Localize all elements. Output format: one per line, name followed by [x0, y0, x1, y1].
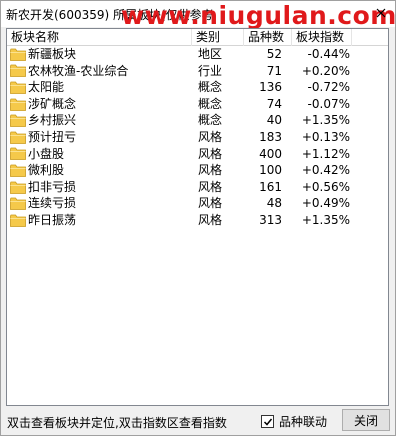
- row-type: 概念: [198, 80, 223, 95]
- table-row[interactable]: 连续亏损 风格 48 +0.49%: [7, 195, 388, 212]
- column-header-index[interactable]: 板块指数: [292, 29, 352, 46]
- row-count: 71: [266, 63, 282, 78]
- row-count: 400: [259, 146, 282, 161]
- table-row[interactable]: 昨日振荡 风格 313 +1.35%: [7, 212, 388, 229]
- linkage-checkbox[interactable]: 品种联动: [261, 413, 327, 430]
- checkbox-box[interactable]: [261, 415, 274, 428]
- table-row[interactable]: 乡村振兴 概念 40 +1.35%: [7, 112, 388, 129]
- row-index[interactable]: +0.20%: [292, 63, 352, 80]
- row-type: 风格: [198, 179, 223, 194]
- column-header-count[interactable]: 品种数: [244, 29, 292, 46]
- row-type: 地区: [198, 47, 223, 61]
- row-name: 昨日振荡: [28, 212, 77, 227]
- row-type: 风格: [198, 146, 223, 161]
- row-type: 风格: [198, 163, 223, 178]
- table-row[interactable]: 预计扭亏 风格 183 +0.13%: [7, 129, 388, 146]
- status-bar: 双击查看板块并定位,双击指数区查看指数 品种联动 关闭: [1, 409, 395, 435]
- table-row[interactable]: 小盘股 风格 400 +1.12%: [7, 146, 388, 163]
- row-count: 313: [259, 212, 282, 227]
- close-icon: [376, 8, 386, 18]
- row-index[interactable]: +0.13%: [292, 129, 352, 146]
- folder-icon: [10, 131, 26, 144]
- row-name: 农林牧渔-农业综合: [28, 63, 129, 78]
- row-name-cell: 连续亏损: [7, 195, 192, 212]
- row-name-cell: 微利股: [7, 162, 192, 179]
- folder-icon: [10, 164, 26, 177]
- window-close-button[interactable]: [371, 3, 391, 23]
- row-count: 48: [266, 196, 282, 211]
- table-row[interactable]: 农林牧渔-农业综合 行业 71 +0.20%: [7, 63, 388, 80]
- list-rows: 新疆板块 地区 52 -0.44% 农林牧渔-农业综合 行业 71 +0.20% 太阳能 概念 13…: [7, 46, 388, 229]
- row-count: 136: [259, 80, 282, 95]
- row-index[interactable]: -0.44%: [292, 46, 352, 63]
- sector-dialog-window: 新农开发(600359) 所属板块(仅供参考 www.niugulan.com …: [0, 0, 396, 436]
- list-header: 板块名称 类别 品种数 板块指数: [7, 29, 388, 46]
- row-index[interactable]: +1.12%: [292, 146, 352, 163]
- row-type: 风格: [198, 129, 223, 144]
- checkmark-icon: [263, 418, 272, 426]
- row-name: 新疆板块: [28, 47, 77, 61]
- row-type: 风格: [198, 212, 223, 227]
- row-type: 行业: [198, 63, 223, 78]
- folder-icon: [10, 197, 26, 211]
- row-name-cell: 昨日振荡: [7, 212, 192, 229]
- column-header-type[interactable]: 类别: [192, 29, 244, 46]
- row-name: 预计扭亏: [28, 129, 77, 144]
- row-count: 100: [259, 163, 282, 178]
- row-count: 52: [266, 47, 282, 61]
- row-name-cell: 涉矿概念: [7, 96, 192, 113]
- title-bar: 新农开发(600359) 所属板块(仅供参考 www.niugulan.com: [1, 1, 396, 30]
- row-name: 扣非亏损: [28, 179, 77, 194]
- row-name-cell: 乡村振兴: [7, 112, 192, 129]
- folder-icon: [10, 147, 26, 161]
- folder-icon: [10, 214, 26, 227]
- folder-icon: [10, 64, 26, 78]
- row-type: 概念: [198, 96, 223, 111]
- row-name: 涉矿概念: [28, 96, 77, 111]
- table-row[interactable]: 新疆板块 地区 52 -0.44%: [7, 46, 388, 63]
- row-index[interactable]: +0.56%: [292, 179, 352, 196]
- row-name-cell: 扣非亏损: [7, 179, 192, 196]
- close-button[interactable]: 关闭: [342, 409, 390, 431]
- row-name-cell: 农林牧渔-农业综合: [7, 63, 192, 80]
- hint-text: 双击查看板块并定位,双击指数区查看指数: [7, 416, 227, 430]
- row-index[interactable]: -0.72%: [292, 79, 352, 96]
- folder-icon: [10, 114, 26, 128]
- table-row[interactable]: 微利股 风格 100 +0.42%: [7, 162, 388, 179]
- row-type: 风格: [198, 196, 223, 211]
- table-row[interactable]: 太阳能 概念 136 -0.72%: [7, 79, 388, 96]
- row-index[interactable]: +1.35%: [292, 112, 352, 129]
- row-name-cell: 预计扭亏: [7, 129, 192, 146]
- row-count: 74: [266, 96, 282, 111]
- row-name: 连续亏损: [28, 196, 77, 211]
- row-name: 太阳能: [28, 80, 65, 95]
- folder-icon: [10, 81, 26, 94]
- folder-icon: [10, 181, 26, 194]
- row-name: 微利股: [28, 163, 65, 178]
- row-count: 183: [259, 129, 282, 144]
- row-index[interactable]: +0.49%: [292, 195, 352, 212]
- sector-list[interactable]: 板块名称 类别 品种数 板块指数 新疆板块 地区 52 -0.44% 农林牧渔-农业综合…: [6, 28, 389, 406]
- folder-icon: [10, 98, 26, 111]
- column-header-name[interactable]: 板块名称: [7, 29, 192, 46]
- checkbox-label: 品种联动: [279, 415, 328, 429]
- table-row[interactable]: 扣非亏损 风格 161 +0.56%: [7, 179, 388, 196]
- row-count: 161: [259, 179, 282, 194]
- row-name-cell: 新疆板块: [7, 46, 192, 63]
- row-name-cell: 小盘股: [7, 146, 192, 163]
- folder-icon: [10, 48, 26, 61]
- watermark-text: www.niugulan.com: [121, 1, 396, 30]
- table-row[interactable]: 涉矿概念 概念 74 -0.07%: [7, 96, 388, 113]
- row-name: 小盘股: [28, 146, 65, 161]
- row-index[interactable]: +1.35%: [292, 212, 352, 229]
- row-name: 乡村振兴: [28, 113, 77, 128]
- column-header-filler: [352, 29, 388, 46]
- row-count: 40: [266, 113, 282, 128]
- row-index[interactable]: +0.42%: [292, 162, 352, 179]
- row-type: 概念: [198, 113, 223, 128]
- row-index[interactable]: -0.07%: [292, 96, 352, 113]
- row-name-cell: 太阳能: [7, 79, 192, 96]
